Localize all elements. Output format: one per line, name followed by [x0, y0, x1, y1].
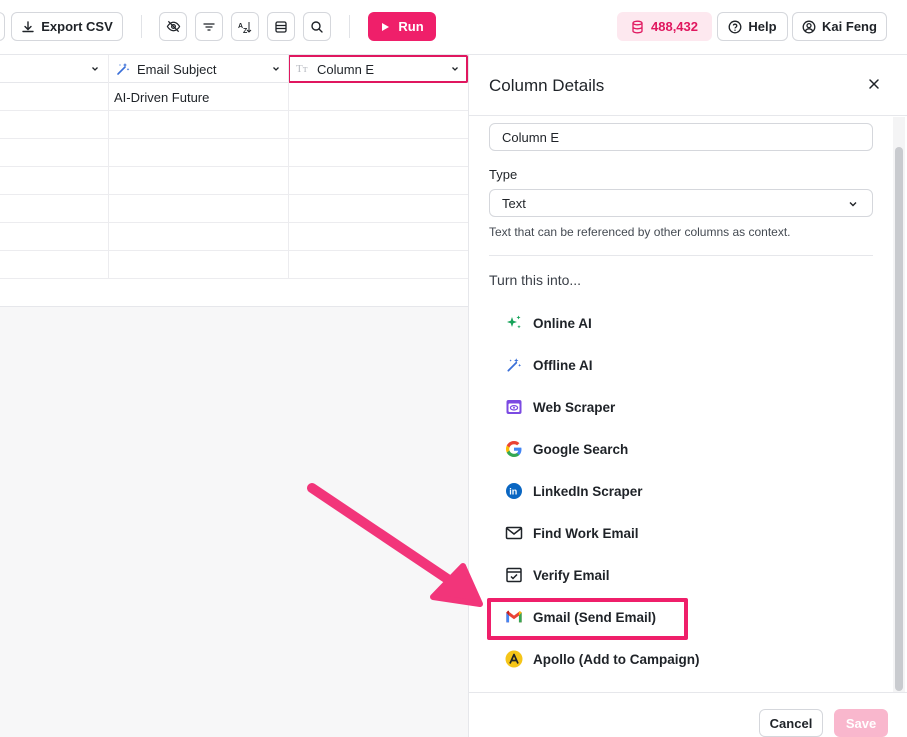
type-select-value: Text [502, 195, 526, 211]
export-csv-label: Export CSV [41, 19, 113, 34]
panel-header-divider [469, 115, 907, 116]
option-label: Apollo (Add to Campaign) [533, 651, 700, 667]
cancel-button[interactable]: Cancel [759, 709, 823, 737]
filter-button[interactable] [195, 12, 223, 41]
option-label: LinkedIn Scraper [533, 483, 643, 499]
text-type-icon: Tт [296, 63, 308, 75]
column-header-column-e[interactable]: Tт Column E [288, 55, 468, 83]
user-name: Kai Feng [822, 19, 877, 34]
type-help-text: Text that can be referenced by other col… [489, 225, 791, 239]
column-header-label: Email Subject [137, 61, 217, 77]
option-online-ai[interactable]: Online AI [505, 312, 592, 334]
table-row[interactable] [0, 167, 468, 195]
column-header-label: Column E [317, 61, 375, 77]
top-toolbar: Export CSV AZ Run 488,432 Help Kai Feng [0, 0, 907, 55]
sort-az-icon: AZ [238, 21, 252, 34]
scrollbar-thumb[interactable] [895, 147, 903, 691]
table-row[interactable] [0, 251, 468, 279]
option-find-work-email[interactable]: Find Work Email [505, 522, 639, 544]
sort-button[interactable]: AZ [231, 12, 259, 41]
table-row[interactable] [0, 111, 468, 139]
table-row[interactable] [0, 223, 468, 251]
export-csv-button[interactable]: Export CSV [11, 12, 123, 41]
user-menu-button[interactable]: Kai Feng [792, 12, 887, 41]
option-label: Online AI [533, 315, 592, 331]
play-icon [382, 22, 390, 31]
chevron-down-icon[interactable] [272, 65, 280, 73]
column-name-value: Column E [502, 129, 560, 145]
toolbar-separator [349, 15, 350, 38]
column-divider [108, 55, 109, 279]
option-web-scraper[interactable]: Web Scraper [505, 396, 615, 418]
option-google-search[interactable]: Google Search [505, 438, 628, 460]
option-label: Web Scraper [533, 399, 616, 415]
option-offline-ai[interactable]: Offline AI [505, 354, 593, 376]
panel-title: Column Details [489, 76, 605, 95]
sparkle-icon [505, 314, 523, 332]
turn-into-heading: Turn this into... [489, 272, 582, 288]
column-divider [288, 55, 289, 279]
grid-empty-area [0, 307, 468, 737]
type-select[interactable]: Text [489, 189, 873, 217]
column-header-previous[interactable] [0, 55, 109, 83]
close-icon[interactable] [866, 76, 882, 92]
option-label: Verify Email [533, 567, 610, 583]
table-row[interactable] [0, 195, 468, 223]
option-verify-email[interactable]: Verify Email [505, 564, 610, 586]
help-button[interactable]: Help [717, 12, 788, 41]
option-label: Google Search [533, 441, 629, 457]
svg-text:Z: Z [243, 28, 248, 34]
run-label: Run [398, 19, 424, 34]
magic-wand-icon [505, 356, 523, 374]
chevron-down-icon[interactable] [91, 65, 99, 73]
cancel-label: Cancel [769, 715, 813, 731]
gmail-highlight-box [487, 598, 688, 640]
save-label: Save [845, 715, 877, 731]
user-avatar-icon [802, 20, 816, 33]
toolbar-separator [141, 15, 142, 38]
data-grid: Email Subject Tт Column E AI-Driven Futu… [0, 55, 468, 307]
apollo-icon [505, 650, 523, 668]
linkedin-icon: in [505, 482, 523, 500]
credits-badge[interactable]: 488,432 [617, 12, 712, 41]
option-label: Offline AI [533, 357, 593, 373]
question-circle-icon [728, 20, 742, 33]
magic-wand-icon [117, 63, 130, 75]
help-label: Help [748, 19, 777, 34]
hide-columns-button[interactable] [159, 12, 187, 41]
save-button[interactable]: Save [834, 709, 888, 737]
partial-button[interactable] [0, 12, 5, 41]
filter-icon [203, 22, 215, 31]
google-icon [505, 440, 523, 458]
chevron-down-icon[interactable] [451, 65, 459, 73]
panel-footer-divider [469, 692, 907, 693]
table-row[interactable] [0, 83, 468, 111]
rows-icon [275, 20, 287, 33]
verify-email-icon [505, 566, 523, 584]
email-subject-cell[interactable]: AI-Driven Future [114, 90, 209, 105]
option-label: Find Work Email [533, 525, 639, 541]
type-label: Type [489, 167, 518, 182]
search-icon [311, 20, 323, 33]
search-button[interactable] [303, 12, 331, 41]
credits-count: 488,432 [651, 19, 698, 34]
table-row[interactable] [0, 139, 468, 167]
option-apollo-add-to-campaign[interactable]: Apollo (Add to Campaign) [505, 648, 699, 670]
column-header-email-subject[interactable]: Email Subject [109, 55, 289, 83]
download-icon [22, 20, 34, 32]
chevron-down-icon [849, 202, 857, 207]
column-name-input[interactable]: Column E [489, 123, 873, 151]
run-button[interactable]: Run [368, 12, 436, 41]
eye-off-icon [166, 20, 180, 33]
envelope-icon [505, 524, 523, 542]
database-icon [632, 20, 643, 33]
svg-text:in: in [509, 487, 517, 497]
section-divider [489, 255, 873, 256]
web-scraper-icon [505, 398, 523, 416]
row-height-button[interactable] [267, 12, 295, 41]
option-linkedin-scraper[interactable]: in LinkedIn Scraper [505, 480, 643, 502]
